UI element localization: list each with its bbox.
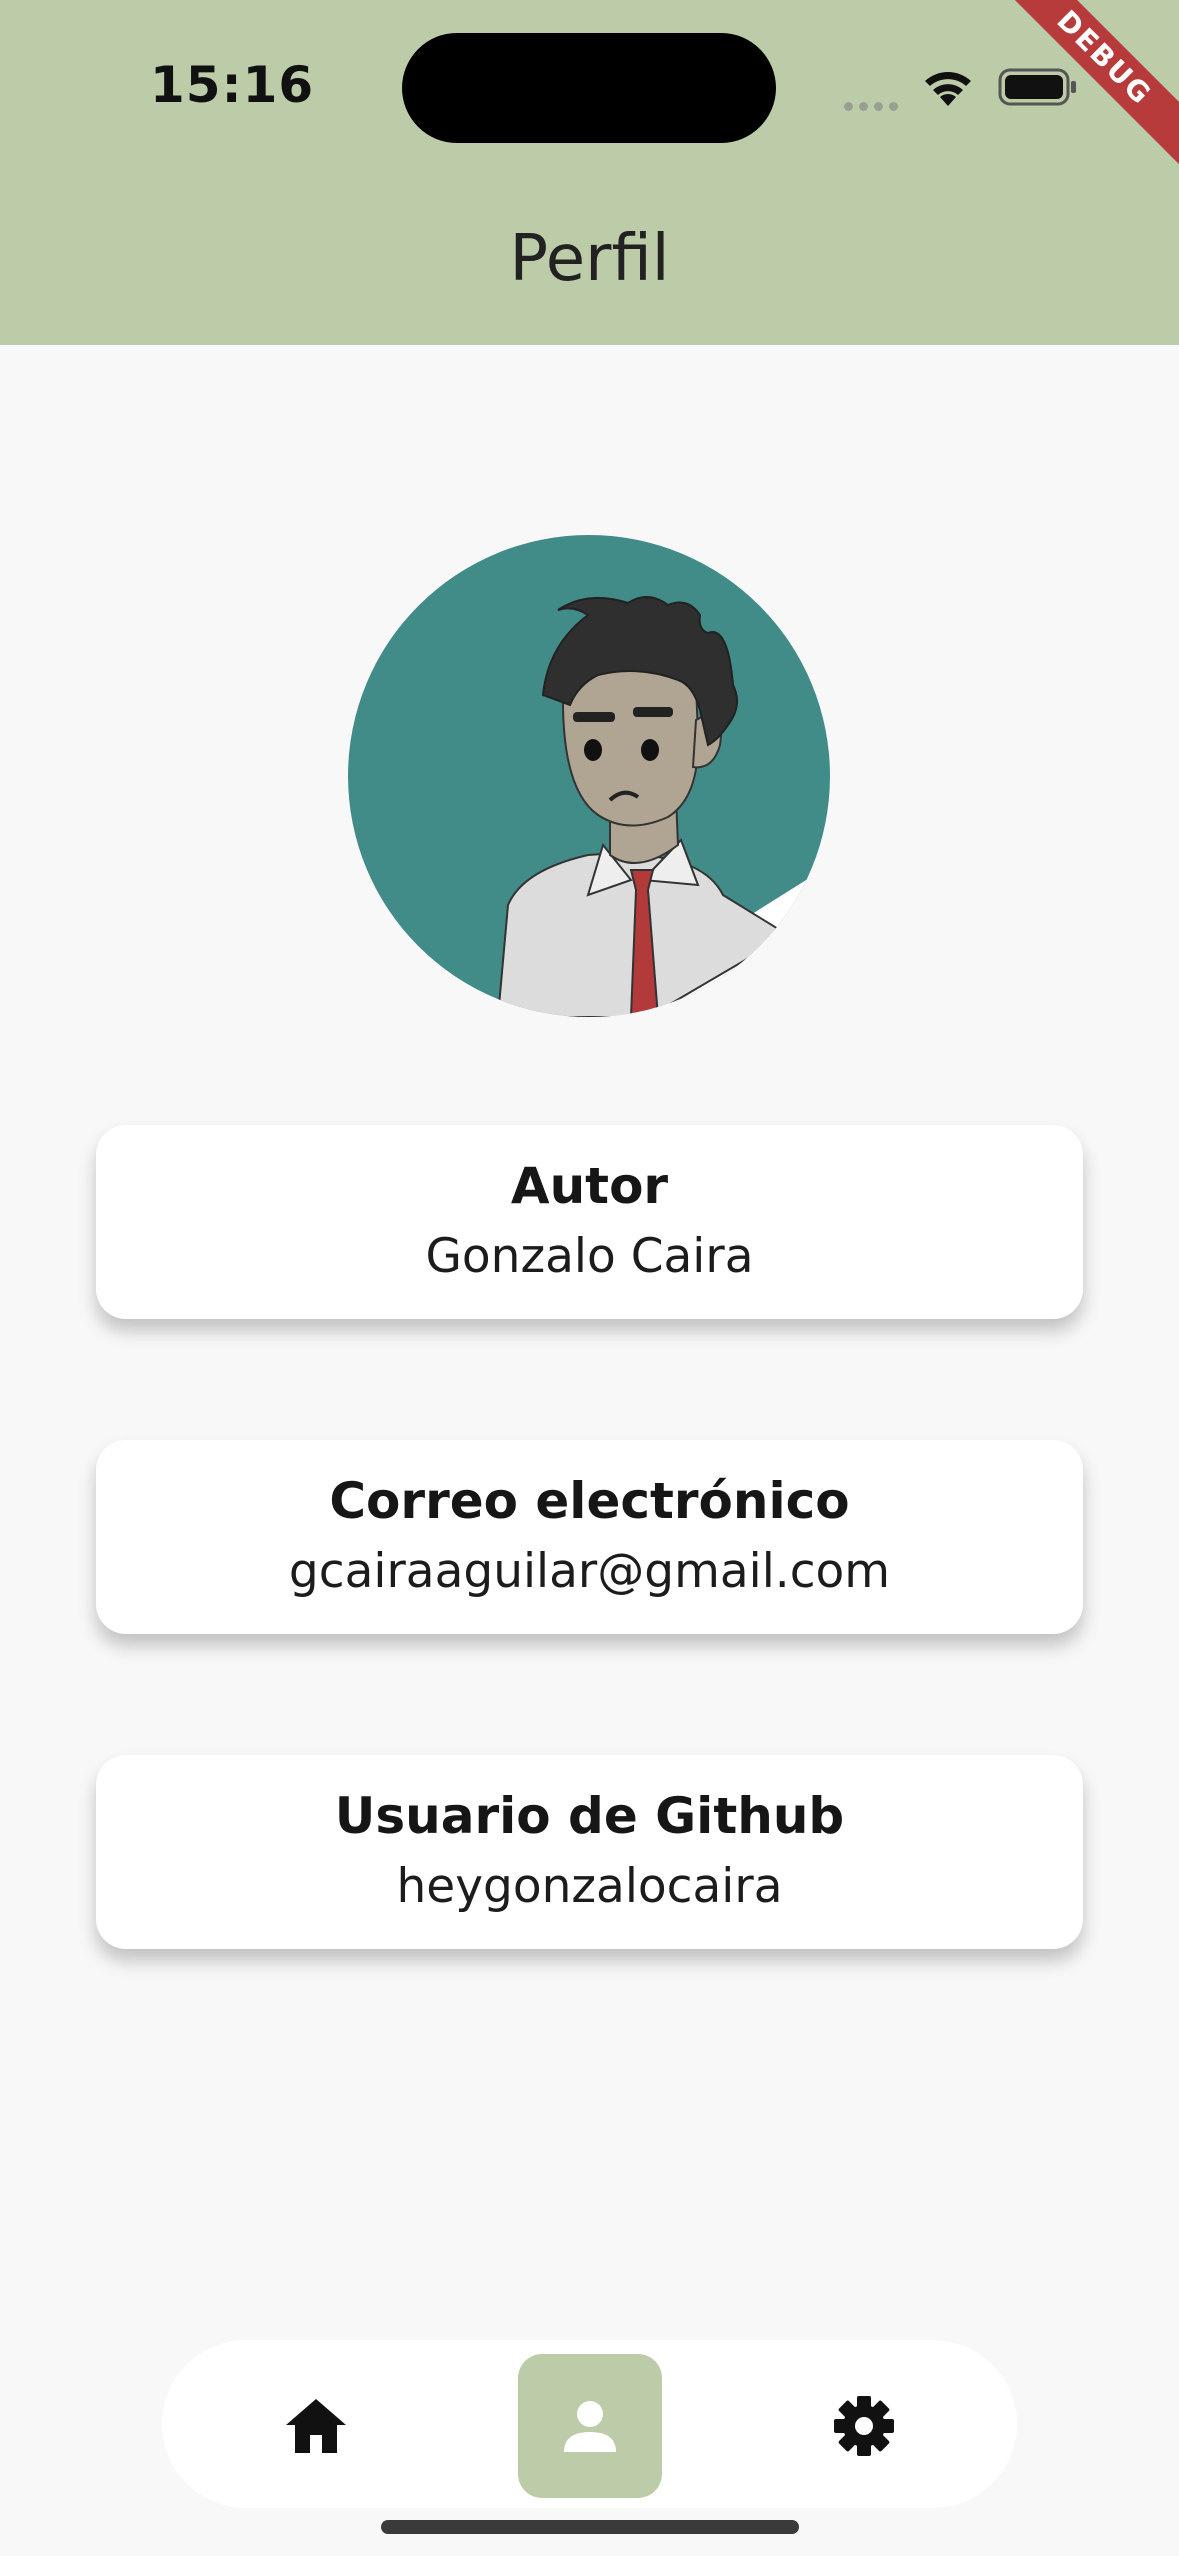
author-label: Autor — [510, 1157, 669, 1215]
avatar — [348, 535, 830, 1017]
email-value: gcairaaguilar@gmail.com — [288, 1544, 891, 1599]
avatar-illustration — [496, 596, 830, 1017]
status-time: 15:16 — [150, 56, 315, 114]
author-card: Autor Gonzalo Caira — [96, 1125, 1083, 1319]
status-icons — [840, 60, 1080, 111]
wifi-icon — [925, 72, 971, 106]
author-value: Gonzalo Caira — [425, 1229, 754, 1284]
nav-settings-button[interactable] — [792, 2354, 936, 2498]
gear-icon — [834, 2396, 894, 2456]
github-card: Usuario de Github heygonzalocaira — [96, 1755, 1083, 1949]
nav-home-button[interactable] — [244, 2354, 388, 2498]
home-icon — [286, 2399, 346, 2453]
email-card: Correo electrónico gcairaaguilar@gmail.c… — [96, 1440, 1083, 1634]
github-label: Usuario de Github — [334, 1787, 845, 1845]
email-label: Correo electrónico — [329, 1472, 850, 1530]
page-title: Perfil — [509, 222, 670, 296]
app-bar: 15:16 Perfil — [0, 0, 1179, 345]
dynamic-island — [402, 33, 776, 143]
bottom-navigation — [162, 2340, 1017, 2508]
home-indicator[interactable] — [381, 2520, 799, 2534]
nav-profile-button[interactable] — [518, 2354, 662, 2498]
person-icon — [564, 2401, 616, 2452]
cellular-signal-icon — [844, 96, 904, 115]
battery-icon — [998, 68, 1076, 106]
github-value: heygonzalocaira — [396, 1859, 783, 1914]
